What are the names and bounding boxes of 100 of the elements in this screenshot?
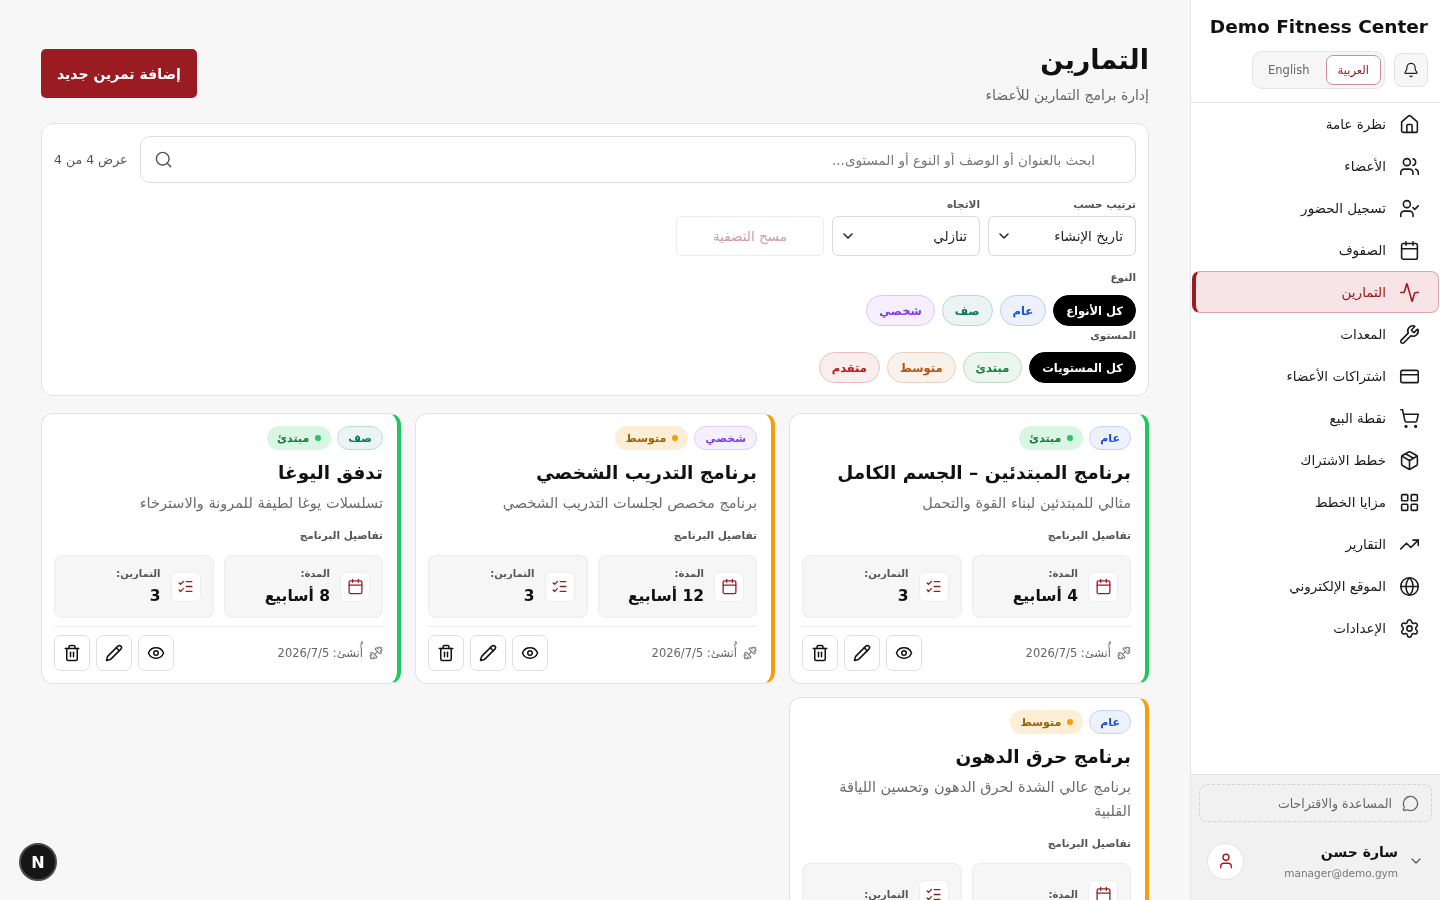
box-icon: [1399, 449, 1420, 471]
program-description: برنامج مخصص لجلسات التدريب الشخصي: [501, 494, 757, 514]
grid-icon: [1399, 491, 1420, 513]
view-button[interactable]: [886, 635, 922, 671]
user-name: سارة حسن: [1320, 843, 1398, 862]
user-email: manager@demo.gym: [1284, 866, 1398, 880]
select-field[interactable]: تنازلي: [832, 216, 980, 256]
filter-chip[interactable]: شخصي: [866, 295, 935, 326]
stat-value: 3: [149, 586, 161, 607]
filter-chip[interactable]: عام: [999, 295, 1047, 326]
filter-label: النوع: [1109, 270, 1136, 284]
nav-item[interactable]: التمارين: [1192, 271, 1439, 313]
edit-button[interactable]: [470, 635, 506, 671]
chat-icon: [1402, 794, 1419, 812]
page-title: التمارين: [1040, 43, 1149, 78]
search-icon: [153, 150, 173, 169]
delete-button[interactable]: [802, 635, 838, 671]
dumbbell-icon: [743, 646, 757, 660]
pulse-icon: [1399, 281, 1420, 303]
pencil-icon: [853, 644, 871, 662]
section-heading: تفاصيل البرنامج: [1047, 528, 1131, 543]
nav-item[interactable]: الإعدادات: [1192, 607, 1439, 649]
stat-value: 12 أسابيع: [627, 585, 704, 607]
wrench-icon: [1399, 323, 1420, 345]
level-text: مبتدئ: [1029, 431, 1062, 445]
trash-icon: [437, 644, 455, 662]
delete-button[interactable]: [428, 635, 464, 671]
nav-item[interactable]: خطط الاشتراك: [1192, 439, 1439, 481]
checklist-icon: [544, 571, 575, 602]
filter-chip[interactable]: كل المستويات: [1029, 352, 1136, 383]
search-field[interactable]: ابحث بالعنوان أو الوصف أو النوع أو المستوى...: [139, 136, 1136, 183]
filter-chip[interactable]: كل الأنواع: [1053, 295, 1136, 326]
brand-name: Demo Fitness Center: [1208, 15, 1428, 39]
notifications-button[interactable]: [1394, 53, 1428, 87]
created-date: أُنشئ: 2026/7/5: [277, 641, 363, 665]
section-heading: تفاصيل البرنامج: [1047, 836, 1131, 851]
stat-value: 3: [523, 586, 535, 607]
level-text: متوسط: [625, 431, 667, 445]
dev-tools-button[interactable]: N: [19, 843, 57, 881]
view-button[interactable]: [512, 635, 548, 671]
stat-label: التمارين:: [864, 887, 909, 900]
dumbbell-icon: [369, 646, 383, 660]
home-icon: [1399, 113, 1420, 135]
edit-button[interactable]: [96, 635, 132, 671]
nav-item[interactable]: الصفوف: [1192, 229, 1439, 271]
calendar-icon: [1088, 571, 1118, 602]
stat-label: التمارين:: [116, 567, 161, 582]
stat-value: 4 أسابيع: [1012, 585, 1078, 607]
nav-item[interactable]: الأعضاء: [1192, 145, 1439, 187]
stat-label: المدة:: [674, 567, 704, 581]
eye-icon: [147, 644, 165, 662]
stat-label: التمارين:: [490, 567, 535, 582]
filter-chip[interactable]: صف: [941, 295, 993, 326]
stat-label: التمارين:: [864, 567, 909, 582]
add-program-button[interactable]: إضافة تمرين جديد: [41, 49, 197, 98]
nav-item[interactable]: نقطة البيع: [1192, 397, 1439, 439]
nav-item[interactable]: اشتراكات الأعضاء: [1192, 355, 1439, 397]
edit-button[interactable]: [844, 635, 880, 671]
globe-icon: [1399, 575, 1420, 597]
nav-item[interactable]: نظرة عامة: [1192, 103, 1439, 145]
language-option[interactable]: English: [1256, 55, 1322, 85]
filter-chip[interactable]: متقدم: [818, 352, 880, 383]
field-label: الاتجاه: [945, 197, 980, 211]
program-description: تسلسلات يوغا لطيفة للمرونة والاسترخاء: [138, 494, 383, 514]
calendar-icon: [340, 571, 370, 602]
level-text: مبتدئ: [277, 431, 310, 445]
type-tag: عام: [1089, 710, 1131, 734]
settings-icon: [1399, 617, 1420, 639]
select-field[interactable]: تاريخ الإنشاء: [988, 216, 1136, 256]
program-description: برنامج عالي الشدة لحرق الدهون وتحسين اللياقة القلبية: [838, 778, 1131, 821]
eye-icon: [521, 644, 539, 662]
language-option[interactable]: العربية: [1325, 55, 1381, 85]
type-tag: شخصي: [694, 426, 757, 450]
eye-icon: [895, 644, 913, 662]
bell-icon: [1403, 62, 1419, 78]
filter-chip[interactable]: مبتدئ: [962, 352, 1023, 383]
dumbbell-icon: [1117, 646, 1131, 660]
nav-item[interactable]: مزايا الخطط: [1192, 481, 1439, 523]
program-title: برنامج حرق الدهون: [954, 745, 1131, 770]
nav-item[interactable]: الموقع الإلكتروني: [1192, 565, 1439, 607]
nav-item[interactable]: تسجيل الحضور: [1192, 187, 1439, 229]
delete-button[interactable]: [54, 635, 90, 671]
nav-item[interactable]: التقارير: [1192, 523, 1439, 565]
type-tag: صف: [337, 426, 383, 450]
view-button[interactable]: [138, 635, 174, 671]
nav-item[interactable]: المعدات: [1192, 313, 1439, 355]
stat-label: المدة:: [300, 567, 330, 581]
created-date: أُنشئ: 2026/7/5: [651, 641, 737, 665]
calendar-icon: [1399, 239, 1420, 261]
created-date: أُنشئ: 2026/7/5: [1025, 641, 1111, 665]
section-heading: تفاصيل البرنامج: [673, 528, 757, 543]
stat-value: 8 أسابيع: [264, 585, 330, 607]
checklist-icon: [170, 571, 201, 602]
stat-label: المدة:: [1048, 567, 1078, 581]
pencil-icon: [479, 644, 497, 662]
filter-chip[interactable]: متوسط: [886, 352, 956, 383]
trash-icon: [811, 644, 829, 662]
help-button[interactable]: المساعدة والاقتراحات: [1199, 784, 1432, 822]
user-icon: [1207, 842, 1244, 880]
level-text: متوسط: [1020, 715, 1062, 729]
